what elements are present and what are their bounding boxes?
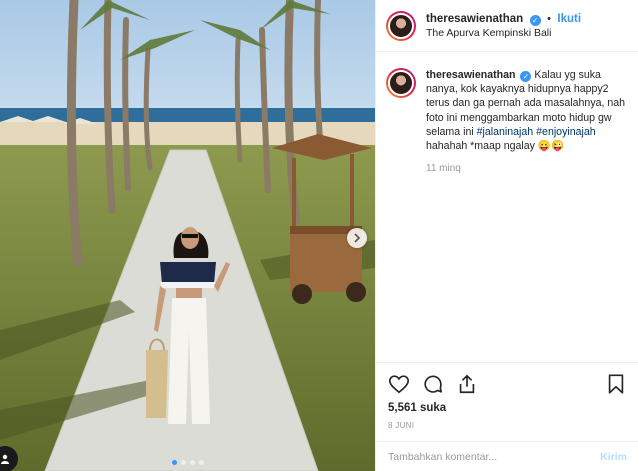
comment-input[interactable] (388, 450, 601, 463)
actions-section: 5,561 suka 8 JUNI (376, 362, 638, 430)
follow-button[interactable]: Ikuti (557, 13, 581, 25)
author-avatar[interactable] (386, 10, 416, 41)
share-icon[interactable] (456, 373, 478, 395)
bookmark-icon[interactable] (605, 373, 627, 395)
person-icon (1, 454, 9, 464)
hashtag-link[interactable]: #enjoyinajah (536, 126, 596, 138)
post-date: 8 JUNI (388, 421, 415, 430)
post-details-panel: theresawienathan ✓ • Ikuti The Apurva Ke… (375, 0, 638, 471)
caption-author-avatar[interactable] (386, 68, 416, 98)
carousel-dot[interactable] (189, 460, 195, 465)
verified-badge-icon: ✓ (529, 15, 541, 26)
author-username[interactable]: theresawienathan (426, 13, 523, 25)
action-bar (388, 369, 627, 399)
caption-block: theresawienathan ✓ Kalau yg suka nanya, … (376, 52, 638, 176)
instagram-post-modal: theresawienathan ✓ • Ikuti The Apurva Ke… (0, 0, 638, 471)
post-photo[interactable] (0, 0, 375, 471)
photo-scene (0, 0, 375, 471)
hashtag-link[interactable]: #jalaninajah (477, 126, 534, 138)
likes-count[interactable]: 5,561 suka (388, 402, 627, 414)
heart-icon[interactable] (388, 373, 410, 395)
post-location[interactable]: The Apurva Kempinski Bali (426, 26, 581, 40)
chevron-right-icon (354, 233, 361, 243)
post-comment-button[interactable]: Kirim (600, 451, 627, 463)
separator-dot: • (547, 13, 551, 25)
caption-username[interactable]: theresawienathan (426, 69, 516, 81)
carousel-dot[interactable] (198, 460, 204, 465)
post-header: theresawienathan ✓ • Ikuti The Apurva Ke… (376, 0, 638, 52)
comment-form: Kirim (376, 441, 638, 471)
comment-bubble-icon[interactable] (422, 373, 444, 395)
verified-badge-icon: ✓ (520, 71, 532, 82)
carousel-dot[interactable] (171, 460, 177, 465)
caption-text-end: hahahah *maap ngalay 😛😜 (426, 140, 565, 153)
carousel-dot[interactable] (180, 460, 186, 465)
caption-time: 11 minq (426, 163, 461, 175)
caption-body: theresawienathan ✓ Kalau yg suka nanya, … (426, 68, 626, 176)
carousel-dots (0, 460, 375, 465)
carousel-next-button[interactable] (347, 228, 367, 248)
